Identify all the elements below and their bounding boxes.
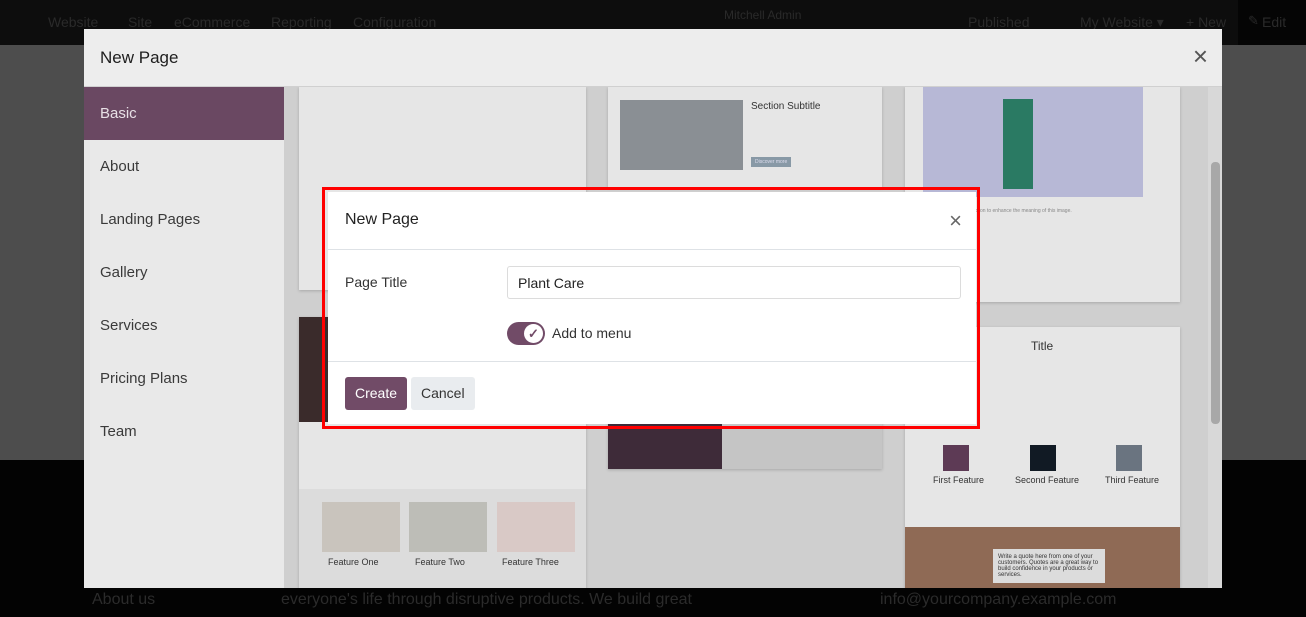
dialog-title: New Page [345, 211, 419, 228]
edit-label: Edit [1262, 14, 1287, 30]
brand-link[interactable]: Website [48, 14, 98, 30]
menu-site[interactable]: Site [128, 14, 152, 30]
footer-about[interactable]: About us [92, 591, 155, 609]
published-toggle[interactable]: Published [968, 14, 1030, 30]
edit-button[interactable]: ✎ Edit [1238, 0, 1306, 45]
sidebar-item-basic[interactable]: Basic [84, 87, 284, 140]
feature-two: Feature Two [415, 557, 465, 567]
new-page-dialog: New Page × Page Title ✓ Add to menu Crea… [328, 192, 976, 424]
add-to-menu-toggle[interactable]: ✓ [507, 322, 545, 345]
sidebar-item-landing-pages[interactable]: Landing Pages [84, 193, 284, 246]
pencil-icon: ✎ [1248, 13, 1259, 28]
second-feature: Second Feature [1015, 475, 1080, 485]
add-to-menu-label: Add to menu [552, 325, 632, 341]
dialog-header: New Page × [328, 192, 976, 250]
close-icon[interactable]: × [949, 208, 962, 234]
sidebar-item-gallery[interactable]: Gallery [84, 246, 284, 299]
dialog-footer: Create Cancel [328, 361, 976, 424]
menu-configuration[interactable]: Configuration [353, 14, 436, 30]
sidebar-item-services[interactable]: Services [84, 299, 284, 352]
section-subtitle: Section Subtitle [751, 101, 821, 112]
sidebar-item-pricing-plans[interactable]: Pricing Plans [84, 352, 284, 405]
feature-one: Feature One [328, 557, 379, 567]
feature-three: Feature Three [502, 557, 559, 567]
create-button[interactable]: Create [345, 377, 408, 410]
preview-title: Title [1031, 339, 1054, 353]
footer-tagline: everyone's life through disruptive produ… [281, 591, 692, 608]
modal-header: New Page × [84, 29, 1222, 87]
scrollbar[interactable] [1208, 87, 1222, 588]
third-feature: Third Feature [1105, 475, 1160, 485]
sidebar-item-team[interactable]: Team [84, 405, 284, 458]
page-title-input[interactable] [507, 266, 961, 299]
quote-text: Write a quote here from one of your cust… [993, 549, 1105, 583]
menu-ecommerce[interactable]: eCommerce [174, 14, 250, 30]
user-name[interactable]: Mitchell Admin [724, 8, 801, 22]
cancel-button[interactable]: Cancel [411, 377, 475, 410]
page-title-label: Page Title [345, 274, 408, 290]
template-card-section[interactable]: Section Subtitle Discover more [608, 87, 882, 187]
check-icon: ✓ [524, 324, 543, 343]
menu-reporting[interactable]: Reporting [271, 14, 332, 30]
sidebar-item-about[interactable]: About [84, 140, 284, 193]
discover-button: Discover more [751, 157, 792, 167]
modal-title: New Page [100, 48, 179, 67]
scrollbar-thumb[interactable] [1211, 162, 1220, 424]
template-sidebar: Basic About Landing Pages Gallery Servic… [84, 87, 284, 588]
close-icon[interactable]: × [1193, 43, 1208, 69]
new-button[interactable]: + New [1186, 14, 1226, 30]
first-feature: First Feature [933, 475, 985, 485]
footer-email[interactable]: info@yourcompany.example.com [880, 591, 1117, 609]
